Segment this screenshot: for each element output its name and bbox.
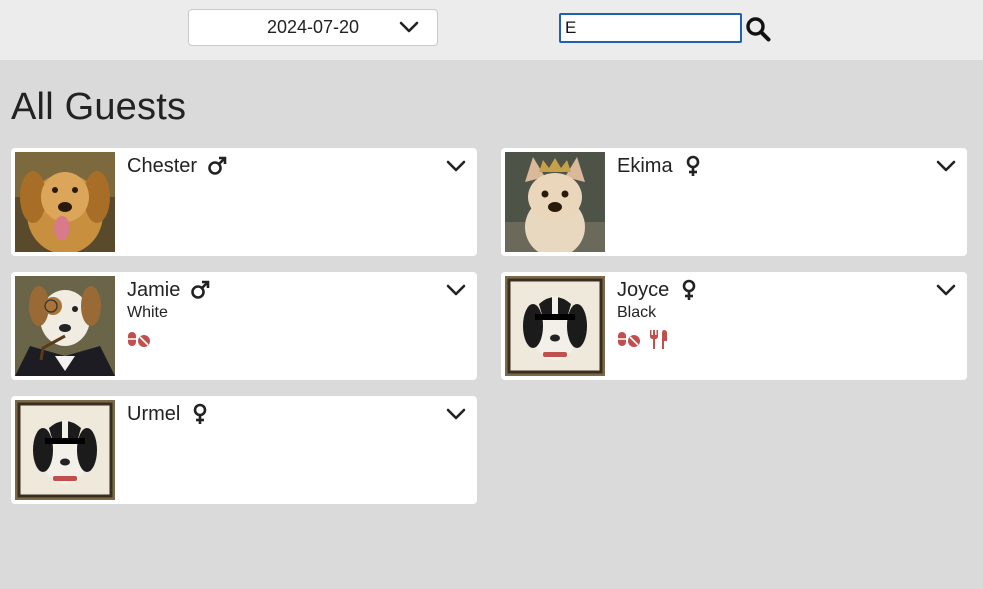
guest-photo	[505, 152, 605, 252]
search-input[interactable]	[559, 13, 742, 43]
medication-icon	[127, 328, 151, 350]
male-icon	[191, 280, 210, 299]
guest-name-row: Chester	[127, 153, 227, 179]
male-icon	[208, 156, 227, 175]
guest-photo	[15, 276, 115, 376]
chevron-down-icon	[399, 21, 419, 33]
guest-flags	[127, 328, 151, 350]
guest-photo	[15, 152, 115, 252]
guest-color: Black	[617, 304, 657, 321]
guest-name-row: Joyce	[617, 277, 699, 303]
female-icon	[686, 155, 699, 176]
guest-name: Urmel	[127, 402, 181, 425]
guest-name-row: Jamie	[127, 277, 210, 303]
female-icon	[682, 279, 696, 300]
date-select[interactable]: 2024-07-20	[188, 9, 438, 46]
guest-name-row: Urmel	[127, 401, 210, 427]
guest-name: Chester	[127, 154, 198, 177]
top-bar: 2024-07-20	[0, 0, 983, 60]
guest-name-row: Ekima	[617, 153, 703, 179]
guest-color: White	[127, 304, 168, 321]
guest-name: Jamie	[127, 278, 181, 301]
chevron-down-icon[interactable]	[935, 280, 957, 300]
guest-photo	[15, 400, 115, 500]
page-title: All Guests	[11, 86, 187, 128]
date-select-value: 2024-07-20	[266, 17, 360, 37]
chevron-down-icon[interactable]	[445, 280, 467, 300]
guest-card[interactable]: Chester	[11, 148, 477, 256]
search-icon[interactable]	[745, 16, 771, 42]
guest-card[interactable]: Urmel	[11, 396, 477, 504]
guest-card[interactable]: Joyce Black	[501, 272, 967, 380]
female-icon	[194, 403, 207, 424]
guest-photo	[505, 276, 605, 376]
medication-icon	[617, 328, 641, 350]
guest-name: Ekima	[617, 154, 673, 177]
chevron-down-icon[interactable]	[445, 404, 467, 424]
guest-flags	[617, 328, 671, 350]
food-icon	[647, 328, 671, 350]
guest-name: Joyce	[617, 278, 670, 301]
guest-card[interactable]: Ekima	[501, 148, 967, 256]
chevron-down-icon[interactable]	[935, 156, 957, 176]
chevron-down-icon[interactable]	[445, 156, 467, 176]
guest-card[interactable]: Jamie White	[11, 272, 477, 380]
